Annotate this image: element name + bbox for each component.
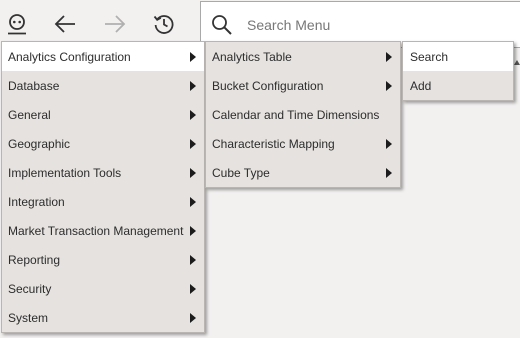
submenu-arrow-icon [386,167,392,178]
menu-item-geographic[interactable]: Geographic [2,129,204,158]
menu-item-general[interactable]: General [2,100,204,129]
menu-item-label: Integration [8,194,65,209]
menu-item-label: Database [8,78,60,93]
submenu-arrow-icon [190,283,196,294]
submenu-arrow-icon [190,196,196,207]
menu-item-label: Analytics Configuration [8,49,131,64]
search-menu-input[interactable] [247,16,507,33]
menu-item-calendar-and-time-dimensions[interactable]: Calendar and Time Dimensions [206,100,400,129]
menu-item-label: Geographic [8,136,71,151]
menu-item-security[interactable]: Security [2,274,204,303]
menu-item-label: Security [8,281,52,296]
menu-item-add[interactable]: Add [403,71,513,100]
menu-item-cube-type[interactable]: Cube Type [206,158,400,187]
submenu-arrow-icon [190,51,196,62]
forward-arrow-icon[interactable] [100,6,130,42]
menu-item-search[interactable]: Search [403,42,513,71]
submenu-arrow-icon [190,225,196,236]
submenu-arrow-icon [190,109,196,120]
submenu-arrow-icon [190,167,196,178]
menu-item-market-transaction-management[interactable]: Market Transaction Management [2,216,204,245]
search-icon[interactable] [211,13,235,37]
analytics-table-submenu: Search Add [402,41,514,101]
history-icon[interactable] [149,6,179,42]
menu-item-integration[interactable]: Integration [2,187,204,216]
main-menu: Analytics Configuration Database General… [1,41,205,333]
submenu-arrow-icon [386,138,392,149]
user-profile-icon[interactable] [2,6,32,42]
submenu-arrow-icon [386,80,392,91]
menu-item-label: Calendar and Time Dimensions [212,107,380,122]
menu-item-label: Market Transaction Management [8,223,184,238]
menu-item-bucket-configuration[interactable]: Bucket Configuration [206,71,400,100]
menu-item-label: System [8,310,49,325]
menu-item-label: Implementation Tools [8,165,122,180]
menu-item-label: Analytics Table [212,49,292,64]
menu-item-label: Bucket Configuration [212,78,324,93]
menu-item-label: Characteristic Mapping [212,136,335,151]
submenu-arrow-icon [190,80,196,91]
menu-item-analytics-table[interactable]: Analytics Table [206,42,400,71]
menu-item-label: General [8,107,51,122]
back-arrow-icon[interactable] [50,6,80,42]
scroll-up-icon[interactable] [514,56,520,65]
submenu-arrow-icon [386,51,392,62]
menu-item-label: Search [410,49,449,64]
menu-item-analytics-configuration[interactable]: Analytics Configuration [2,42,204,71]
menu-item-database[interactable]: Database [2,71,204,100]
menu-item-implementation-tools[interactable]: Implementation Tools [2,158,204,187]
analytics-configuration-submenu: Analytics Table Bucket Configuration Cal… [205,41,401,188]
menu-item-label: Cube Type [212,165,270,180]
menu-item-reporting[interactable]: Reporting [2,245,204,274]
submenu-arrow-icon [190,138,196,149]
submenu-arrow-icon [190,254,196,265]
submenu-arrow-icon [190,312,196,323]
menu-item-characteristic-mapping[interactable]: Characteristic Mapping [206,129,400,158]
menu-item-system[interactable]: System [2,303,204,332]
menu-item-label: Add [410,78,432,93]
menu-item-label: Reporting [8,252,61,267]
